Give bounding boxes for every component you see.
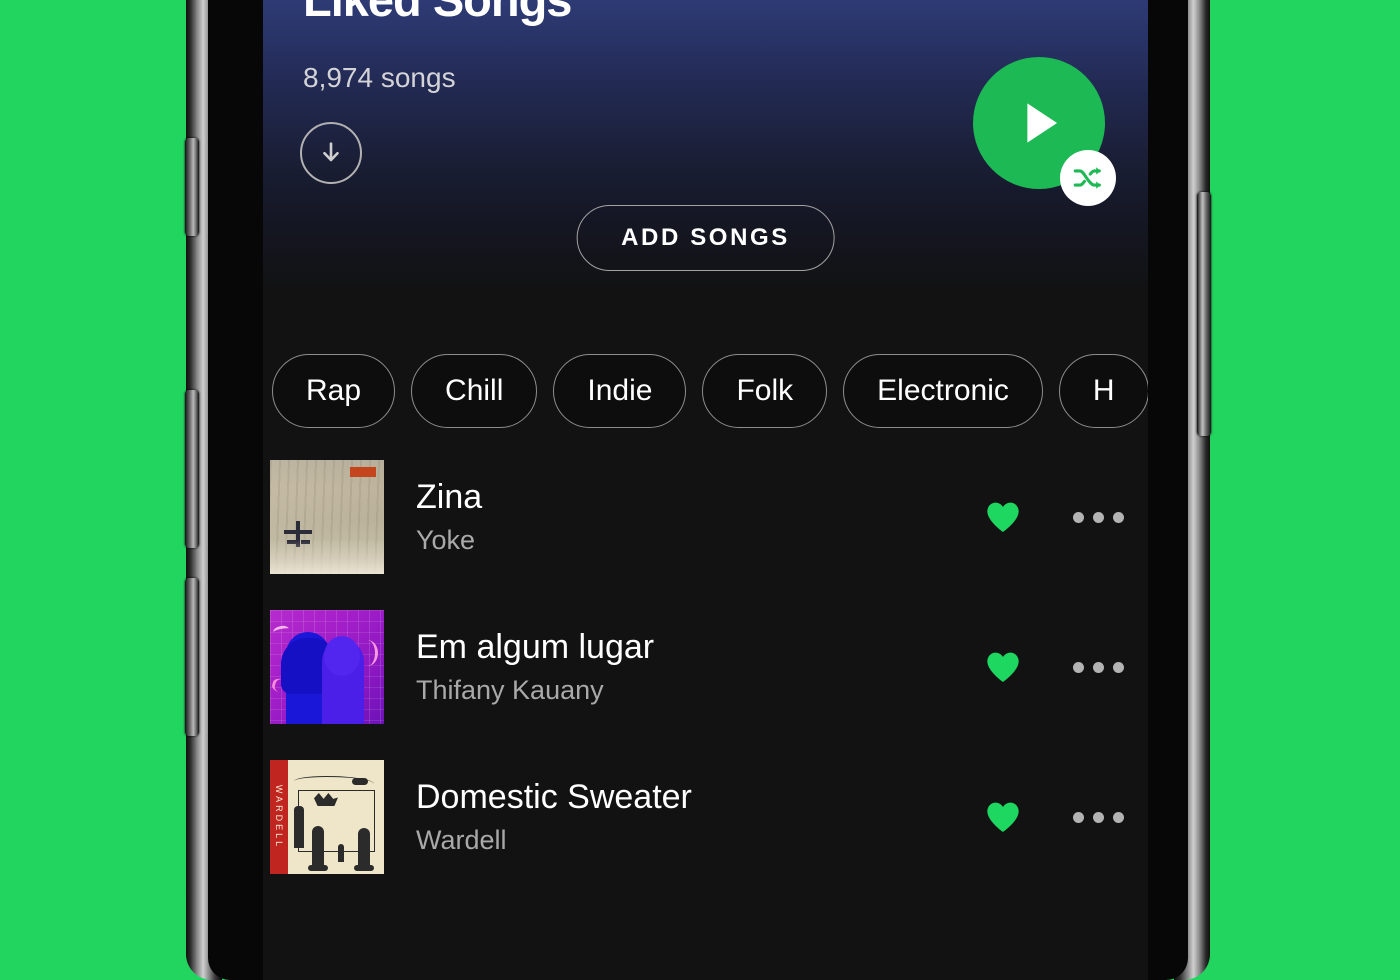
chip-chill[interactable]: Chill	[411, 354, 538, 428]
artwork-wash	[270, 540, 384, 574]
chip-hiphop[interactable]: H	[1058, 354, 1148, 428]
artwork-person	[338, 844, 344, 862]
volume-up-button[interactable]	[185, 390, 199, 548]
shuffle-icon	[1073, 167, 1101, 189]
album-artwork: WARDELL	[270, 760, 384, 874]
album-artwork	[270, 610, 384, 724]
row-actions	[983, 497, 1148, 537]
song-count-label: 8,974 songs	[303, 62, 456, 93]
heart-filled-icon[interactable]	[983, 797, 1023, 837]
album-artwork	[270, 460, 384, 574]
heart-filled-icon[interactable]	[983, 647, 1023, 687]
chip-rap[interactable]: Rap	[272, 354, 396, 428]
artwork-blob	[352, 778, 368, 785]
phone-screen: Liked Songs 8,974 songs	[263, 0, 1148, 980]
song-title: Domestic Sweater	[416, 777, 692, 816]
row-actions	[983, 797, 1148, 837]
artwork-person	[308, 826, 328, 871]
song-title: Zina	[416, 477, 483, 516]
artwork-tree	[294, 806, 304, 848]
power-button[interactable]	[1197, 192, 1211, 436]
table-row[interactable]: Em algum lugar Thifany Kauany	[263, 592, 1148, 742]
artwork-figure	[322, 636, 364, 724]
shuffle-button[interactable]	[1060, 150, 1116, 206]
song-artist: Yoke	[416, 525, 476, 556]
table-row[interactable]: WARDELL Domestic Sweater Wardell	[263, 742, 1148, 892]
phone-device: Liked Songs 8,974 songs	[185, 0, 1211, 980]
volume-down-button[interactable]	[185, 578, 199, 736]
artwork-stripe-text: WARDELL	[274, 784, 284, 850]
add-songs-button[interactable]: ADD SONGS	[576, 205, 835, 271]
song-artist: Thifany Kauany	[416, 675, 604, 706]
more-options-icon[interactable]	[1073, 511, 1124, 523]
song-info: Zina Yoke	[416, 476, 983, 559]
download-arrow-icon[interactable]	[300, 122, 362, 184]
artwork-label-tag	[350, 467, 376, 477]
heart-filled-icon[interactable]	[983, 497, 1023, 537]
song-info: Em algum lugar Thifany Kauany	[416, 626, 983, 709]
play-icon	[1027, 103, 1058, 143]
song-list: Zina Yoke Em algum lugar Thifany Kauany …	[263, 442, 1148, 980]
artwork-person	[354, 828, 374, 871]
more-options-icon[interactable]	[1073, 661, 1124, 673]
table-row[interactable]: Zina Yoke	[263, 442, 1148, 592]
more-options-icon[interactable]	[1073, 811, 1124, 823]
mute-switch[interactable]	[185, 138, 199, 236]
page-title: Liked Songs	[303, 0, 572, 26]
song-title: Em algum lugar	[416, 627, 655, 666]
row-actions	[983, 647, 1148, 687]
playlist-header: Liked Songs 8,974 songs	[263, 0, 1148, 350]
artwork-stripe: WARDELL	[270, 760, 288, 874]
song-artist: Wardell	[416, 825, 507, 856]
genre-filter-chips[interactable]: Rap Chill Indie Folk Electronic H	[263, 348, 1148, 434]
chip-folk[interactable]: Folk	[702, 354, 828, 428]
chip-indie[interactable]: Indie	[553, 354, 687, 428]
song-info: Domestic Sweater Wardell	[416, 776, 983, 859]
chip-electronic[interactable]: Electronic	[843, 354, 1043, 428]
